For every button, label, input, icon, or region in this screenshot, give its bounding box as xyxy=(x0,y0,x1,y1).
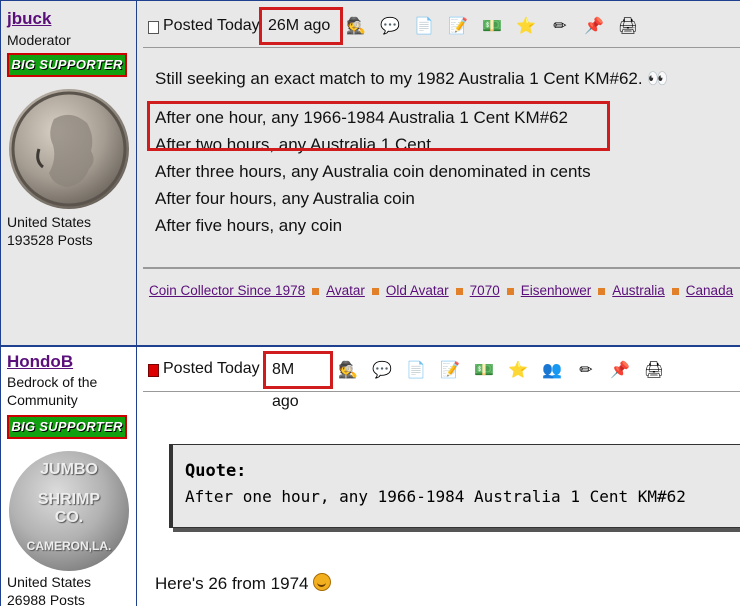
body-line: Still seeking an exact match to my 1982 … xyxy=(155,69,669,88)
post-action-icons: 🕵 💬 📄 📝 💵 ⭐ 👥 ✏ 📌 🖨 xyxy=(335,357,667,383)
user-rank: Moderator xyxy=(7,32,71,48)
reply-with-quote-icon[interactable]: 📄 xyxy=(411,13,437,39)
body-line: After three hours, any Australia coin de… xyxy=(155,162,591,181)
username-link[interactable]: HondoB xyxy=(7,352,73,372)
post-author-panel: HondoB Bedrock of the Community BIG SUPP… xyxy=(0,347,137,608)
print-icon[interactable]: 🖨 xyxy=(615,13,641,39)
edit-note-icon[interactable]: ✏ xyxy=(573,357,599,383)
separator-icon xyxy=(455,287,463,295)
forum-post-hondob: HondoB Bedrock of the Community BIG SUPP… xyxy=(0,345,740,608)
separator-icon xyxy=(506,287,514,295)
posted-label: Posted Today xyxy=(163,17,260,34)
big-supporter-badge: BIG SUPPORTER xyxy=(7,415,127,439)
post-time-ago: 8M ago xyxy=(263,351,333,410)
quote-title: Quote: xyxy=(185,461,247,481)
user-rank: Bedrock of the Community xyxy=(7,373,97,409)
post-author-panel: jbuck Moderator BIG SUPPORTER United Sta… xyxy=(0,1,137,345)
report-icon[interactable]: 📌 xyxy=(607,357,633,383)
edit-note-icon[interactable]: ✏ xyxy=(547,13,573,39)
post-action-icons: 🕵 💬 📄 📝 💵 ⭐ ✏ 📌 🖨 xyxy=(343,13,641,39)
post-content: Posted Today 26M ago 🕵 💬 📄 📝 💵 ⭐ ✏ 📌 🖨 S… xyxy=(143,1,740,345)
username-link[interactable]: jbuck xyxy=(7,9,51,29)
hi-icon[interactable]: 💬 xyxy=(377,13,403,39)
print-icon[interactable]: 🖨 xyxy=(641,357,667,383)
token-text: JUMBO xyxy=(40,461,98,478)
separator-icon xyxy=(371,287,379,295)
post-content: Posted Today 8M ago 🕵 💬 📄 📝 💵 ⭐ 👥 ✏ 📌 🖨 … xyxy=(143,347,740,606)
post-document-icon xyxy=(148,364,159,377)
reply-line: Here's 26 from 1974 xyxy=(155,574,309,593)
hi-icon[interactable]: 💬 xyxy=(369,357,395,383)
report-icon[interactable]: 📌 xyxy=(581,13,607,39)
user-country: United States xyxy=(7,214,92,230)
signature-links: Coin Collector Since 1978 Avatar Old Avata… xyxy=(149,283,733,298)
sig-link-eisenhower[interactable]: Eisenhower xyxy=(521,283,592,298)
buddy-icon[interactable]: 👥 xyxy=(539,357,565,383)
sig-link-collector[interactable]: Coin Collector Since 1978 xyxy=(149,283,305,298)
posted-label: Posted Today xyxy=(163,360,260,377)
avatar xyxy=(9,89,129,209)
profile-icon[interactable]: 🕵 xyxy=(343,13,369,39)
send-money-icon[interactable]: 💵 xyxy=(479,13,505,39)
user-post-count: 193528 Posts xyxy=(7,232,93,248)
send-money-icon[interactable]: 💵 xyxy=(471,357,497,383)
user-country: United States xyxy=(7,574,92,590)
favorite-star-icon[interactable]: ⭐ xyxy=(505,357,531,383)
sig-link-7070[interactable]: 7070 xyxy=(470,283,500,298)
post-body: Still seeking an exact match to my 1982 … xyxy=(155,65,668,239)
profile-icon[interactable]: 🕵 xyxy=(335,357,361,383)
highlight-box xyxy=(147,101,610,151)
post-time-ago: 26M ago xyxy=(259,7,343,45)
favorite-star-icon[interactable]: ⭐ xyxy=(513,13,539,39)
reply-with-quote-icon[interactable]: 📄 xyxy=(403,357,429,383)
rank-line: Bedrock of the xyxy=(7,374,98,390)
sig-link-avatar[interactable]: Avatar xyxy=(326,283,365,298)
sig-link-old-avatar[interactable]: Old Avatar xyxy=(386,283,449,298)
separator-icon xyxy=(671,287,679,295)
eisenhower-coin-image xyxy=(11,91,127,207)
edit-icon[interactable]: 📝 xyxy=(445,13,471,39)
forum-post-jbuck: jbuck Moderator BIG SUPPORTER United Sta… xyxy=(0,0,740,345)
separator-icon xyxy=(598,287,606,295)
post-document-icon xyxy=(148,21,159,34)
token-text: CO. xyxy=(54,509,84,526)
signature-divider xyxy=(143,267,740,269)
avatar: JUMBO SHRIMP CO. CAMERON,LA. xyxy=(9,451,129,571)
post-header-bar: Posted Today 26M ago 🕵 💬 📄 📝 💵 ⭐ ✏ 📌 🖨 xyxy=(143,1,740,48)
body-line: After four hours, any Australia coin xyxy=(155,189,415,208)
sig-link-canada[interactable]: Canada xyxy=(686,283,733,298)
big-supporter-badge: BIG SUPPORTER xyxy=(7,53,127,77)
separator-icon xyxy=(312,287,320,295)
reply-text: Here's 26 from 1974 xyxy=(155,573,331,594)
post-header-bar: Posted Today 8M ago 🕵 💬 📄 📝 💵 ⭐ 👥 ✏ 📌 🖨 xyxy=(143,347,740,410)
sig-link-australia[interactable]: Australia xyxy=(612,283,665,298)
smile-emoji-icon xyxy=(312,573,331,591)
quote-text: After one hour, any 1966-1984 Australia … xyxy=(185,487,686,506)
body-line: After five hours, any coin xyxy=(155,216,343,235)
rank-line: Community xyxy=(7,392,78,408)
edit-icon[interactable]: 📝 xyxy=(437,357,463,383)
token-text: SHRIMP xyxy=(37,491,101,508)
quote-box: Quote: After one hour, any 1966-1984 Aus… xyxy=(169,444,740,528)
token-text: CAMERON,LA. xyxy=(26,539,112,553)
